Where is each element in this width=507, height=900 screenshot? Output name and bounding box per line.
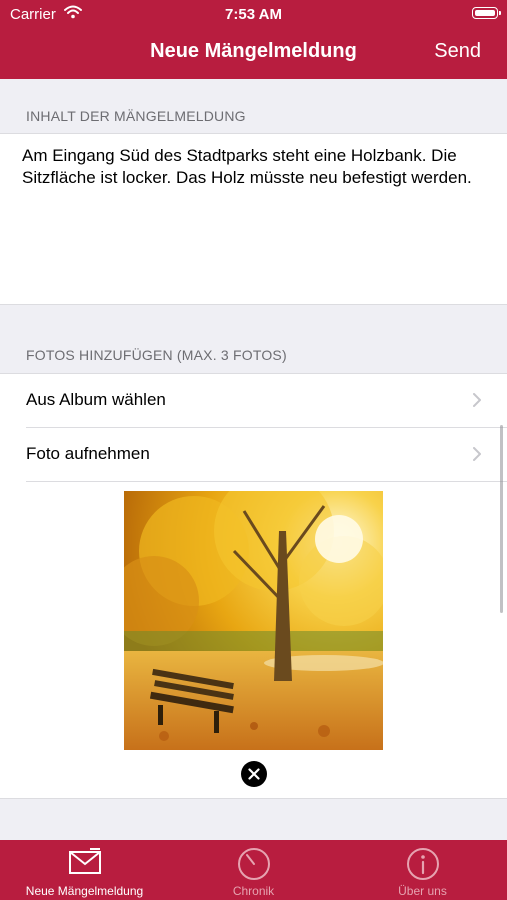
choose-from-album-row[interactable]: Aus Album wählen [0,374,507,427]
tab-label: Neue Mängelmeldung [25,884,144,898]
photo-thumbnail[interactable] [124,491,383,750]
report-text-area[interactable]: Am Eingang Süd des Stadtparks steht eine… [22,145,492,189]
tab-label: Chronik [232,884,275,898]
page-title: Neue Mängelmeldung [150,40,357,62]
info-icon [406,848,439,880]
divider [0,133,507,134]
divider [26,481,507,482]
clock-icon [237,848,270,880]
tab-label: Über uns [398,884,447,898]
chevron-right-icon [473,393,481,407]
divider [0,798,507,799]
take-photo-row[interactable]: Foto aufnehmen [0,428,507,481]
status-time: 7:53 AM [225,6,282,23]
remove-photo-button[interactable] [241,761,267,787]
photos-section-header: FOTOS HINZUFÜGEN (MAX. 3 FOTOS) [26,347,287,363]
tab-ueber-uns[interactable]: Über uns [338,840,507,900]
chevron-right-icon [473,447,481,461]
divider [0,304,507,305]
scroll-indicator[interactable] [500,425,503,613]
tab-chronik[interactable]: Chronik [169,840,338,900]
row-label: Foto aufnehmen [26,444,150,463]
content-section-header: INHALT DER MÄNGELMELDUNG [26,108,246,124]
tab-neue-maengelmeldung[interactable]: Neue Mängelmeldung [0,840,169,900]
status-bar: Carrier 7:53 AM [0,0,507,28]
battery-icon [472,7,501,19]
close-icon [248,768,260,780]
row-label: Aus Album wählen [26,390,166,409]
envelope-icon [68,848,101,874]
send-button[interactable]: Send [434,40,481,63]
tab-bar: Neue Mängelmeldung Chronik Über uns [0,840,507,900]
navigation-header: Carrier 7:53 AM Neue Mängelmeldung Send [0,0,507,79]
